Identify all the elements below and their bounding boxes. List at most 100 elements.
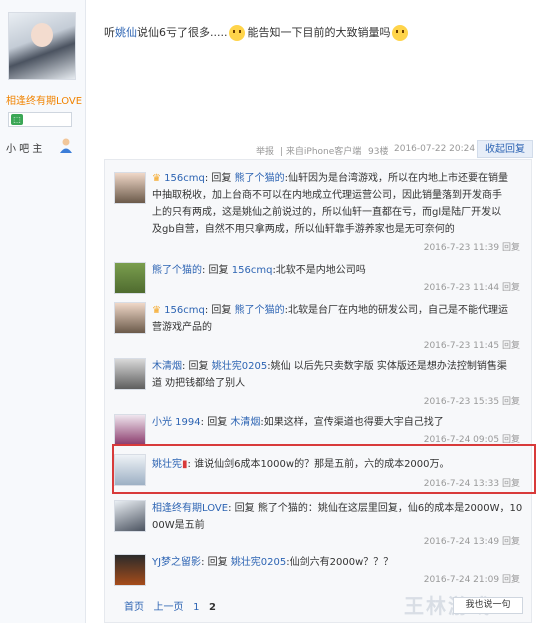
reply-target[interactable]: 姚壮宪0205 xyxy=(231,557,286,568)
comment-user[interactable]: 熊了个猫的 xyxy=(152,265,202,276)
author-name[interactable]: 相逢终有期LOVE xyxy=(6,92,82,107)
comment-avatar[interactable] xyxy=(114,302,146,334)
comment-text: 相逢终有期LOVE: 回复 熊了个猫的：姚仙在这层里回复，仙6的成本是2000W… xyxy=(152,500,522,534)
collapse-replies-button[interactable]: 收起回复 xyxy=(477,140,533,158)
author-avatar[interactable] xyxy=(8,12,76,80)
comment-text: YJ梦之留影: 回复 姚壮宪0205:仙剑六有2000w？？？ xyxy=(152,554,393,571)
comment-time: 2016-7-24 21:09 回复 xyxy=(424,572,520,585)
comment-item: 木清烟: 回复 姚壮宪0205:姚仙 以后先只卖数字版 实体版还是想办法控制销售… xyxy=(114,358,528,407)
shock-emoji-icon xyxy=(229,25,246,41)
comment-line: 上的只有两成，这是姚仙之前说过的，所以仙轩一直都在亏，而gl是陆厂开发以 xyxy=(152,207,502,218)
comment-line: :仙剑六有2000w？？？ xyxy=(286,557,394,568)
comment-reply-link[interactable]: 回复 xyxy=(502,341,520,351)
comment-time-text: 2016-7-24 21:09 xyxy=(423,575,500,585)
comment-item: 姚壮宪▮: 谁说仙剑6成本1000w的？那是五前，六的成本2000万。 2016… xyxy=(114,454,528,490)
comment-line: :仙轩因为是台湾游戏，所以在内地上市还要在销量 xyxy=(284,173,508,184)
comment-text: ♛ 156cmq: 回复 熊了个猫的:北软是台厂在内地的研发公司，自己是不能代理… xyxy=(152,302,508,336)
reply-target[interactable]: 156cmq xyxy=(232,265,273,276)
comment-user[interactable]: 相逢终有期LOVE xyxy=(152,503,228,514)
comment-reply-link[interactable]: 回复 xyxy=(502,283,520,293)
comment-reply-link[interactable]: 回复 xyxy=(502,243,520,253)
floor-number: 93楼 xyxy=(368,147,389,157)
comment-reply-link[interactable]: 回复 xyxy=(502,575,520,585)
comment-reply-link[interactable]: 回复 xyxy=(502,397,520,407)
comment-text: 小光 1994: 回复 木清烟:如果这样，宣传渠道也得要大宇自己找了 xyxy=(152,414,444,431)
comment-user[interactable]: 木清烟 xyxy=(152,361,182,372)
comment-time-text: 2016-7-23 15:35 xyxy=(423,397,500,407)
post-body: 听姚仙说仙6亏了很多..... 能告知一下目前的大致销量吗 xyxy=(104,24,410,41)
reply-word: : 回复 xyxy=(202,265,229,276)
post-text-1: 听 xyxy=(104,26,115,39)
report-link[interactable]: 举报 xyxy=(256,144,274,157)
comment-user[interactable]: 小光 1994 xyxy=(152,417,201,428)
level-badge: ⬚ xyxy=(8,112,72,127)
comment-text: 姚壮宪▮: 谁说仙剑6成本1000w的？那是五前，六的成本2000万。 xyxy=(152,456,450,473)
comment-line: :北软是台厂在内地的研发公司，自己是不能代理运 xyxy=(284,305,508,316)
reply-target[interactable]: 熊了个猫的 xyxy=(235,305,285,316)
post-text-2: 说仙6亏了很多..... xyxy=(137,26,228,39)
reply-target[interactable]: 熊了个猫的 xyxy=(235,173,285,184)
comment-time-text: 2016-7-23 11:44 xyxy=(423,283,500,293)
comment-avatar[interactable] xyxy=(114,454,146,486)
reply-word: : 回复 xyxy=(204,305,232,316)
level-icon: ⬚ xyxy=(11,114,23,125)
post-time: 2016-07-22 20:24 xyxy=(394,144,476,154)
mention-link[interactable]: 姚仙 xyxy=(115,26,137,39)
prev-page-link[interactable]: 上一页 xyxy=(154,602,184,613)
comment-time-text: 2016-7-24 13:33 xyxy=(423,479,500,489)
comment-avatar[interactable] xyxy=(114,172,146,204)
comment-avatar[interactable] xyxy=(114,554,146,586)
comment-time: 2016-7-24 13:33 回复 xyxy=(424,476,520,489)
comment-line: 中抽取税收，加上台商不可以在内地成立代理运营公司，因此销量落到开发商手 xyxy=(152,190,502,201)
reply-word: : 回复 xyxy=(182,361,209,372)
comment-text: ♛ 156cmq: 回复 熊了个猫的:仙轩因为是台湾游戏，所以在内地上市还要在销… xyxy=(152,170,508,238)
author-sidebar: 相逢终有期LOVE ⬚ 小 吧 主 xyxy=(0,0,86,623)
vip-icon: ♛ xyxy=(152,305,161,316)
comment-line: 熊了个猫的：姚仙在这层里回复，仙6的成本是2000W，10 xyxy=(257,503,523,514)
comment-avatar[interactable] xyxy=(114,414,146,446)
comment-line: 谁说仙剑6成本1000w的？那是五前，六的成本2000万。 xyxy=(194,459,450,470)
reply-target[interactable]: 木清烟 xyxy=(230,417,260,428)
comment-line: 道 劝把钱都给了别人 xyxy=(152,378,246,389)
reply-word: : 回复 xyxy=(200,417,228,428)
page-1-link[interactable]: 1 xyxy=(193,602,199,613)
comment-line: :北软不是内地公司吗 xyxy=(272,265,366,276)
comment-avatar[interactable] xyxy=(114,500,146,532)
comment-reply-link[interactable]: 回复 xyxy=(502,479,520,489)
comment-item: ♛ 156cmq: 回复 熊了个猫的:北软是台厂在内地的研发公司，自己是不能代理… xyxy=(114,302,528,351)
comment-text: 熊了个猫的: 回复 156cmq:北软不是内地公司吗 xyxy=(152,262,366,279)
comment-reply-link[interactable]: 回复 xyxy=(502,537,520,547)
comment-time: 2016-7-23 15:35 回复 xyxy=(424,394,520,407)
post-source: | 来自iPhone客户端 xyxy=(280,147,362,157)
comment-avatar[interactable] xyxy=(114,358,146,390)
first-page-link[interactable]: 首页 xyxy=(124,602,144,613)
comment-item: 熊了个猫的: 回复 156cmq:北软不是内地公司吗 2016-7-23 11:… xyxy=(114,262,528,294)
comment-time: 2016-7-24 13:49 回复 xyxy=(424,534,520,547)
comment-time: 2016-7-23 11:44 回复 xyxy=(424,280,520,293)
comment-line: 及gb自营，自然不用只拿两成，所以仙轩靠手游养家也是无可奈何的 xyxy=(152,224,455,235)
reply-word: : 回复 xyxy=(228,503,255,514)
comment-line: :姚仙 以后先只卖数字版 实体版还是想办法控制销售渠 xyxy=(267,361,507,372)
comment-avatar[interactable] xyxy=(114,262,146,294)
moderator-badge: 小 吧 主 xyxy=(6,144,43,155)
reply-word: : xyxy=(187,459,191,470)
comment-user[interactable]: YJ梦之留影 xyxy=(152,557,201,568)
comment-time-text: 2016-7-24 13:49 xyxy=(423,537,500,547)
reply-input-button[interactable]: 我也说一句 xyxy=(453,597,523,614)
comment-line: :如果这样，宣传渠道也得要大宇自己找了 xyxy=(260,417,444,428)
page-2-current: 2 xyxy=(209,602,216,613)
comment-user[interactable]: 姚壮宪 xyxy=(152,459,182,470)
reply-target[interactable]: 姚壮宪0205 xyxy=(212,361,267,372)
comment-time-text: 2016-7-23 11:39 xyxy=(423,243,500,253)
comment-user[interactable]: 156cmq xyxy=(164,305,205,316)
comment-item: 小光 1994: 回复 木清烟:如果这样，宣传渠道也得要大宇自己找了 2016-… xyxy=(114,414,528,446)
comment-item: ♛ 156cmq: 回复 熊了个猫的:仙轩因为是台湾游戏，所以在内地上市还要在销… xyxy=(114,170,528,253)
comment-user[interactable]: 156cmq xyxy=(164,173,205,184)
vip-icon: ♛ xyxy=(152,173,161,184)
moderator-icon xyxy=(60,138,72,153)
comment-time-text: 2016-7-23 11:45 xyxy=(423,341,500,351)
reply-word: : 回复 xyxy=(201,557,228,568)
comment-item: YJ梦之留影: 回复 姚壮宪0205:仙剑六有2000w？？？ 2016-7-2… xyxy=(114,554,528,586)
comment-time: 2016-7-23 11:39 回复 xyxy=(424,240,520,253)
comment-time: 2016-7-23 11:45 回复 xyxy=(424,338,520,351)
